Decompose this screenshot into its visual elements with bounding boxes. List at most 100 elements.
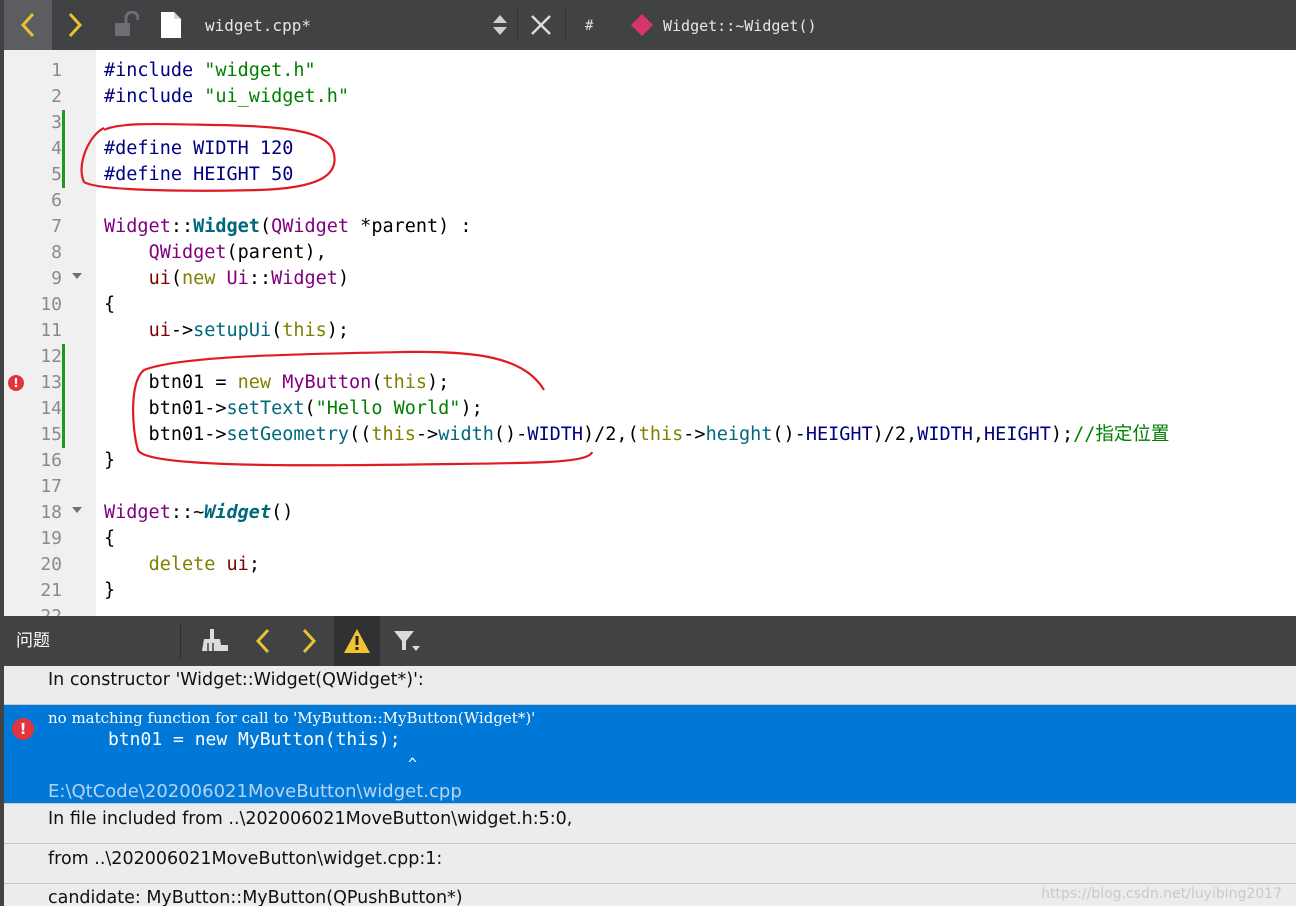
close-document-button[interactable] <box>522 0 560 50</box>
clean-issues-button[interactable] <box>192 616 238 666</box>
code-line[interactable]: 4 #define WIDTH 120 <box>4 136 1296 162</box>
code-line[interactable]: 17 <box>4 474 1296 500</box>
code-line[interactable]: 21} <box>4 578 1296 604</box>
code-token: -> <box>415 424 439 445</box>
line-number: 8 <box>51 242 62 263</box>
code-line[interactable]: 2 #include "ui_widget.h" <box>4 84 1296 110</box>
code-line[interactable]: 22 <box>4 604 1296 616</box>
hash-symbol[interactable]: # <box>585 0 593 50</box>
code-token: btn01 = <box>104 372 238 393</box>
code-token: ( <box>170 268 182 289</box>
code-token: Widget <box>193 216 260 237</box>
code-line[interactable]: 20 delete ui; <box>4 552 1296 578</box>
filter-button[interactable] <box>384 616 430 666</box>
previous-issue-button[interactable] <box>242 616 284 666</box>
editor-toolbar: widget.cpp* # Widget::~Widget() <box>0 0 1296 50</box>
code-line[interactable]: 19 { <box>4 526 1296 552</box>
changed-line-marker <box>62 344 65 370</box>
up-down-arrows-icon <box>493 15 507 35</box>
code-line[interactable]: 3 <box>4 110 1296 136</box>
code-token: Widget <box>204 502 272 523</box>
code-line[interactable]: 1 #include "widget.h" <box>4 58 1296 84</box>
code-token: ui <box>148 320 171 341</box>
code-line[interactable]: 10 { <box>4 292 1296 318</box>
issue-text: from ..\202006021MoveButton\widget.cpp:1… <box>48 849 443 869</box>
line-number: 12 <box>40 346 62 367</box>
close-icon <box>531 15 551 35</box>
forward-button[interactable] <box>52 0 98 50</box>
code-token: ()- <box>493 424 528 445</box>
code-token: Widget <box>271 268 338 289</box>
line-number: 20 <box>40 554 62 575</box>
code-text: #include "ui_widget.h" <box>104 84 349 110</box>
current-symbol-selector[interactable]: Widget::~Widget() <box>663 0 817 50</box>
line-number: 16 <box>40 450 62 471</box>
code-line[interactable]: 13! btn01 = new MyButton(this); <box>4 370 1296 396</box>
code-line[interactable]: 7 Widget::Widget(QWidget *parent) : <box>4 214 1296 240</box>
code-token: new <box>181 268 216 289</box>
next-issue-button[interactable] <box>288 616 330 666</box>
code-lines: 1 #include "widget.h" 2 #include "ui_widget… <box>4 58 1296 616</box>
file-select-dropdown[interactable] <box>484 0 516 50</box>
code-token: this <box>282 320 327 341</box>
code-line[interactable]: 6 <box>4 188 1296 214</box>
code-token: { <box>104 294 116 315</box>
code-token: ( <box>259 216 272 237</box>
line-number: 7 <box>51 216 62 237</box>
code-token: )/2, <box>872 424 918 445</box>
fold-arrow-icon[interactable] <box>72 507 82 513</box>
code-token: Widget <box>104 502 171 523</box>
error-marker-icon[interactable]: ! <box>8 375 24 391</box>
chevron-right-icon <box>302 628 317 654</box>
line-number: 4 <box>51 138 62 159</box>
code-token: #include <box>104 60 205 81</box>
code-line[interactable]: 12 <box>4 344 1296 370</box>
changed-line-marker <box>62 422 65 448</box>
issue-row-constructor[interactable]: In constructor 'Widget::Widget(QWidget*)… <box>4 666 1296 705</box>
code-token: ( <box>271 320 283 341</box>
code-token: { <box>104 528 116 549</box>
open-file-name[interactable]: widget.cpp* <box>205 0 311 50</box>
code-token: ; <box>248 554 260 575</box>
code-line[interactable]: 16} <box>4 448 1296 474</box>
code-line[interactable]: 8 QWidget(parent), <box>4 240 1296 266</box>
code-line[interactable]: 14 btn01->setText("Hello World"); <box>4 396 1296 422</box>
code-token: :: <box>248 268 272 289</box>
code-token: "Hello World" <box>315 398 461 419</box>
code-token: } <box>104 580 116 601</box>
code-line[interactable]: 15 btn01->setGeometry((this->width()-WID… <box>4 422 1296 448</box>
line-number: 13 <box>40 372 62 393</box>
code-editor[interactable]: 1 #include "widget.h" 2 #include "ui_widget… <box>4 50 1296 616</box>
code-token: HEIGHT <box>805 424 873 445</box>
code-token: *parent) : <box>349 216 472 237</box>
code-line[interactable]: 5 #define HEIGHT 50 <box>4 162 1296 188</box>
show-warnings-toggle[interactable] <box>334 616 380 666</box>
fold-arrow-icon[interactable] <box>72 273 82 279</box>
back-button[interactable] <box>4 0 52 50</box>
code-line[interactable]: 9 ui(new Ui::Widget) <box>4 266 1296 292</box>
warning-triangle-icon <box>344 629 370 653</box>
chevron-left-icon <box>255 628 270 654</box>
issue-text: In constructor 'Widget::Widget(QWidget*)… <box>48 670 424 690</box>
toolbar-divider <box>180 624 181 658</box>
changed-line-marker <box>62 396 65 422</box>
issue-row-included-from[interactable]: In file included from ..\202006021MoveBu… <box>4 804 1296 844</box>
code-line[interactable]: 11 ui->setupUi(this); <box>4 318 1296 344</box>
toolbar-divider <box>565 10 566 42</box>
code-token: :: <box>170 216 194 237</box>
issue-row-error-selected[interactable]: ! no matching function for call to 'MyBu… <box>4 705 1296 804</box>
code-text: ui(new Ui::Widget) <box>104 266 350 292</box>
code-line[interactable]: 18 Widget::~Widget() <box>4 500 1296 526</box>
line-number: 2 <box>51 86 62 107</box>
lock-toggle[interactable] <box>106 0 146 50</box>
code-token: QWidget <box>271 216 350 237</box>
line-number: 21 <box>40 580 62 601</box>
line-number: 17 <box>40 476 62 497</box>
code-token: ::~ <box>170 502 205 523</box>
issue-row-from[interactable]: from ..\202006021MoveButton\widget.cpp:1… <box>4 844 1296 884</box>
